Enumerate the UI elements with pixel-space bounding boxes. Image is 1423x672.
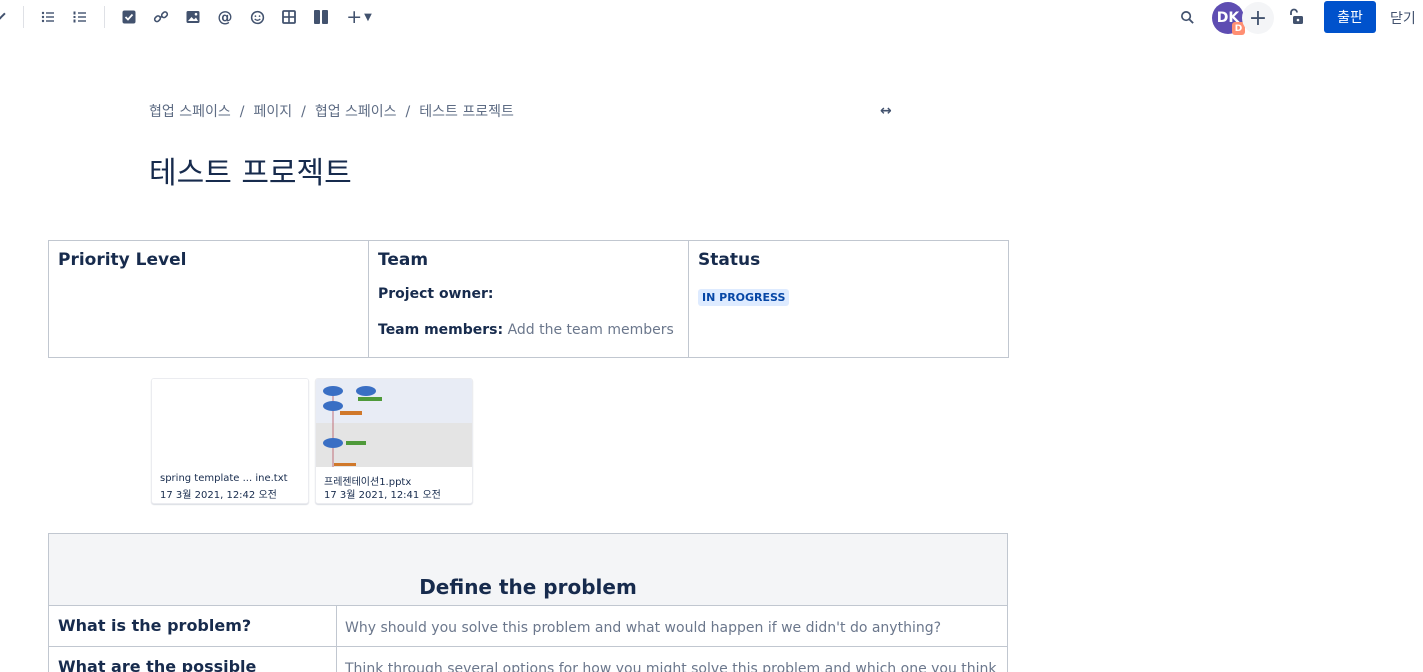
close-button[interactable]: 닫기 xyxy=(1390,8,1416,28)
breadcrumb-item[interactable]: 페이지 xyxy=(253,104,292,120)
emoji-icon[interactable] xyxy=(247,7,267,27)
breadcrumb: 협업 스페이스 / 페이지 / 협업 스페이스 / 테스트 프로젝트 xyxy=(149,101,514,121)
invite-button[interactable]: + xyxy=(1242,2,1274,34)
attachment-date: 17 3월 2021, 12:41 오전 xyxy=(324,490,441,501)
page-title[interactable]: 테스트 프로젝트 xyxy=(149,148,352,192)
numbered-list-icon[interactable] xyxy=(70,7,90,27)
avatar-badge-label: D xyxy=(1234,23,1243,34)
attachment-card[interactable]: spring template ... ine.txt 17 3월 2021, … xyxy=(151,378,309,504)
team-members-placeholder[interactable]: Add the team members xyxy=(508,322,674,338)
link-icon[interactable] xyxy=(151,7,171,27)
task-icon[interactable] xyxy=(119,7,139,27)
table-row: What is the problem? Why should you solv… xyxy=(49,606,1007,647)
file-thumbnail xyxy=(152,379,308,467)
priority-cell[interactable]: Priority Level xyxy=(49,241,369,357)
team-header: Team xyxy=(378,250,429,270)
editor-toolbar: @ + ▼ DK D + 출판 닫기 xyxy=(0,0,1423,35)
breadcrumb-separator: / xyxy=(301,104,306,120)
status-cell[interactable]: Status IN PROGRESS xyxy=(689,241,1008,357)
attachment-card[interactable]: 프레젠테이션1.pptx 17 3월 2021, 12:41 오전 xyxy=(315,378,473,504)
row-placeholder[interactable]: Think through several options for how yo… xyxy=(337,647,1007,672)
priority-header: Priority Level xyxy=(58,250,187,270)
table-icon[interactable] xyxy=(279,7,299,27)
breadcrumb-item[interactable]: 테스트 프로젝트 xyxy=(419,104,514,120)
team-members-line: Team members: Add the team members xyxy=(378,322,679,338)
chevron-down-icon: ▼ xyxy=(364,11,372,23)
attachment-date: 17 3월 2021, 12:42 오전 xyxy=(160,490,277,501)
toolbar-divider xyxy=(23,6,24,28)
invite-label: + xyxy=(1248,5,1268,31)
mention-icon[interactable]: @ xyxy=(215,7,235,27)
project-owner-label: Project owner: xyxy=(378,286,494,302)
publish-label: 출판 xyxy=(1337,10,1363,26)
expand-width-icon[interactable]: ↔ xyxy=(880,103,892,119)
insert-more-icon[interactable]: + ▼ xyxy=(344,6,374,28)
problem-table-heading[interactable]: Define the problem xyxy=(49,534,1007,606)
insert-label: + xyxy=(346,6,363,28)
lock-icon[interactable] xyxy=(1286,7,1306,27)
publish-button[interactable]: 출판 xyxy=(1324,1,1376,33)
project-owner-line: Project owner: xyxy=(378,286,679,302)
team-cell[interactable]: Team Project owner: Team members: Add th… xyxy=(369,241,689,357)
breadcrumb-separator: / xyxy=(405,104,411,120)
status-badge[interactable]: IN PROGRESS xyxy=(698,289,790,306)
table-row: What are the possible Think through seve… xyxy=(49,647,1007,672)
toolbar-divider xyxy=(104,6,105,28)
layout-icon[interactable] xyxy=(311,7,331,27)
problem-table: Define the problem What is the problem? … xyxy=(48,533,1008,672)
team-members-label: Team members: xyxy=(378,322,504,338)
info-table: Priority Level Team Project owner: Team … xyxy=(48,240,1009,358)
row-label[interactable]: What is the problem? xyxy=(49,606,337,646)
image-icon[interactable] xyxy=(183,7,203,27)
breadcrumb-item[interactable]: 협업 스페이스 xyxy=(315,104,397,120)
row-placeholder[interactable]: Why should you solve this problem and wh… xyxy=(337,606,1007,646)
attachment-name: spring template ... ine.txt xyxy=(160,473,288,484)
breadcrumb-separator: / xyxy=(239,104,245,120)
bullet-list-icon[interactable] xyxy=(38,7,58,27)
status-header: Status xyxy=(698,250,761,270)
search-icon[interactable] xyxy=(1177,7,1197,27)
pptx-thumbnail-image xyxy=(316,379,472,467)
row-label[interactable]: What are the possible xyxy=(49,647,337,672)
breadcrumb-item[interactable]: 협업 스페이스 xyxy=(149,104,231,120)
chevron-down-icon[interactable] xyxy=(0,8,6,20)
